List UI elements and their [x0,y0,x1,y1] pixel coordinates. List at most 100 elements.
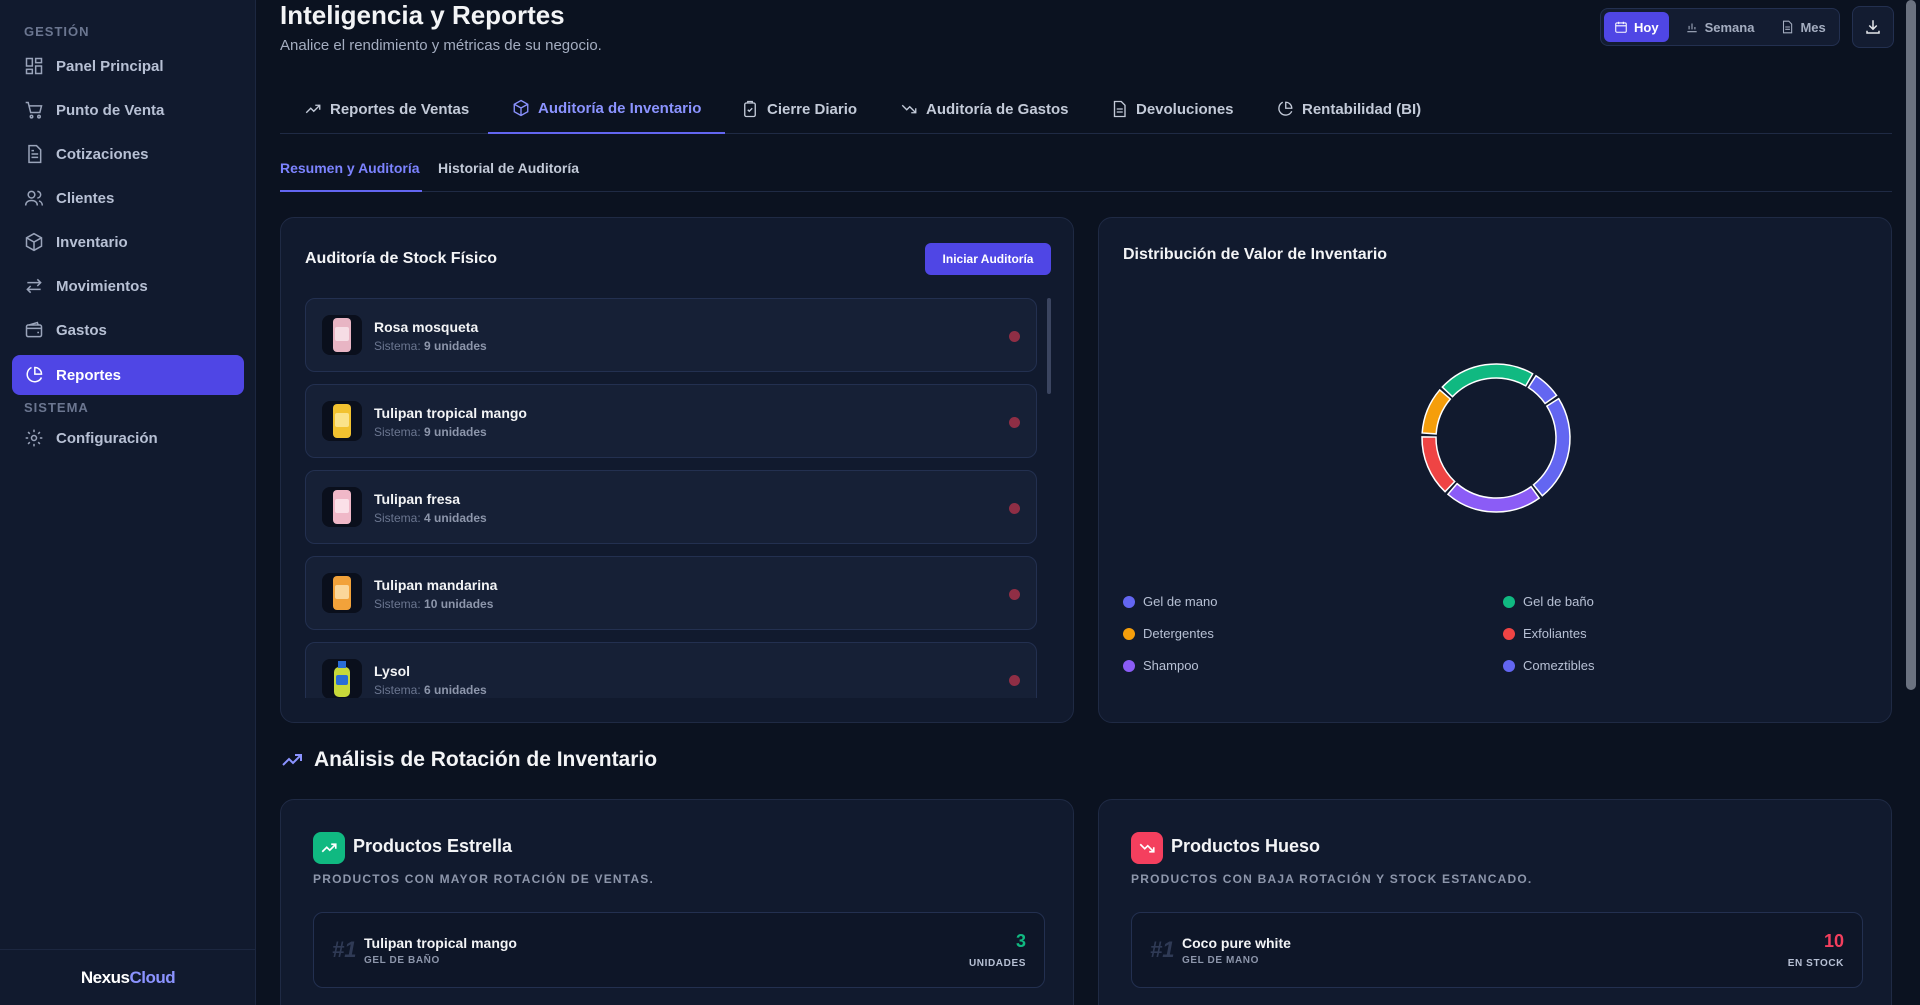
product-name: Tulipan tropical mango [364,935,517,951]
status-dot [1009,417,1020,428]
legend-item: Gel de mano [1123,594,1217,609]
pie-chart-icon [26,366,43,383]
system-units: 6 unidades [424,683,487,697]
legend-color-swatch [1503,595,1515,608]
sidebar-item-label: Movimientos [56,277,148,295]
legend-color-swatch [1503,659,1515,672]
tab-label: Devoluciones [1136,100,1234,118]
list-item[interactable]: Rosa mosqueta Sistema: 9 unidades [305,298,1037,372]
product-category: GEL DE MANO [1182,955,1259,966]
document-icon [1113,100,1126,118]
pie-chart-icon [1278,101,1293,116]
range-hoy-button[interactable]: Hoy [1604,12,1669,42]
sidebar-item-punto-de-venta[interactable]: Punto de Venta [12,90,244,130]
range-label: Mes [1800,19,1826,35]
list-scrollbar[interactable] [1047,298,1051,394]
rank-label: #1 [332,937,357,962]
sidebar-item-movimientos[interactable]: Movimientos [12,266,244,306]
sidebar-item-configuracion[interactable]: Configuración [12,418,244,458]
star-products-title: Productos Estrella [353,836,513,856]
legend-label: Exfoliantes [1523,626,1587,641]
page-scrollbar-thumb[interactable] [1906,0,1916,690]
report-tabs: Reportes de Ventas Auditoría de Inventar… [280,84,1892,134]
range-label: Semana [1704,19,1755,35]
units-sold-value: 3 [1015,931,1026,951]
download-button[interactable] [1852,6,1894,48]
tab-label: Auditoría de Gastos [926,100,1069,118]
audit-subtabs: Resumen y Auditoría Historial de Auditor… [280,156,1892,192]
sidebar-item-cotizaciones[interactable]: Cotizaciones [12,134,244,174]
tab-auditoria-de-inventario[interactable]: Auditoría de Inventario [488,84,726,134]
arrows-icon [26,278,42,294]
tab-rentabilidad[interactable]: Rentabilidad (BI) [1252,84,1445,134]
tab-devoluciones[interactable]: Devoluciones [1086,84,1258,134]
product-thumbnail [322,659,362,698]
tab-auditoria-de-gastos[interactable]: Auditoría de Gastos [876,84,1093,134]
system-stock: Sistema: 10 unidades [374,597,493,611]
range-mes-button[interactable]: Mes [1770,12,1835,42]
product-category: GEL DE BAÑO [364,955,440,966]
donut-slice-gel-de-baño[interactable] [1441,363,1534,398]
sidebar-item-inventario[interactable]: Inventario [12,222,244,262]
brand-name-part2: Cloud [129,967,176,987]
star-products-subtitle: PRODUCTOS CON MAYOR ROTACIÓN DE VENTAS. [313,872,655,886]
users-icon [24,190,44,206]
sidebar-item-label: Punto de Venta [56,101,165,119]
rotation-title-text: Análisis de Rotación de Inventario [314,748,658,771]
page-scrollbar[interactable] [1900,0,1920,1005]
subtab-historial-de-auditoria[interactable]: Historial de Auditoría [438,156,579,192]
tab-cierre-diario[interactable]: Cierre Diario [717,84,881,134]
donut-slice-comeztibles[interactable] [1532,397,1571,497]
table-row[interactable]: #1 Coco pure white GEL DE MANO 10 EN STO… [1131,912,1863,988]
system-units: 9 unidades [424,339,487,353]
list-item[interactable]: Tulipan fresa Sistema: 4 unidades [305,470,1037,544]
brand-logo: Nexus Cloud [0,949,256,1005]
tab-label: Rentabilidad (BI) [1302,100,1422,118]
sidebar-item-label: Reportes [56,366,122,384]
product-name: Tulipan fresa [374,491,461,507]
bone-products-title: Productos Hueso [1171,836,1321,856]
legend-label: Comeztibles [1523,658,1595,673]
start-audit-button[interactable]: Iniciar Auditoría [925,243,1051,275]
donut-slice-gel-de-mano[interactable] [1527,374,1558,405]
legend-item: Detergentes [1123,626,1214,641]
donut-slice-exfoliantes[interactable] [1421,436,1456,493]
list-item[interactable]: Tulipan tropical mango Sistema: 9 unidad… [305,384,1037,458]
brand-name-part1: Nexus [80,967,130,987]
sidebar-item-gastos[interactable]: Gastos [12,310,244,350]
system-units: 10 unidades [424,597,494,611]
legend-label: Shampoo [1143,658,1199,673]
trending-up-icon [321,843,337,853]
product-name: Tulipan tropical mango [374,405,527,421]
system-label: Sistema: [374,511,421,525]
stock-list[interactable]: Rosa mosqueta Sistema: 9 unidades Tulipa… [305,298,1057,698]
subtab-resumen-y-auditoria[interactable]: Resumen y Auditoría [280,156,422,192]
system-label: Sistema: [374,683,421,697]
donut-slice-detergentes[interactable] [1421,388,1452,435]
list-item[interactable]: Lysol Sistema: 6 unidades [305,642,1037,698]
system-units: 9 unidades [424,425,487,439]
status-dot [1009,503,1020,514]
trending-up-icon [305,104,321,114]
rank-label: #1 [1150,937,1175,962]
stock-audit-title: Auditoría de Stock Físico [305,250,498,267]
donut-slice-shampoo[interactable] [1446,482,1541,513]
system-stock: Sistema: 9 unidades [374,339,487,353]
status-dot [1009,589,1020,600]
sidebar-item-clientes[interactable]: Clientes [12,178,244,218]
sidebar-item-panel-principal[interactable]: Panel Principal [12,46,244,86]
product-name: Tulipan mandarina [374,577,498,593]
tab-reportes-de-ventas[interactable]: Reportes de Ventas [280,84,493,134]
legend-label: Detergentes [1143,626,1214,641]
stock-label: EN STOCK [1787,958,1844,969]
sidebar-item-reportes[interactable]: Reportes [12,355,244,395]
list-item[interactable]: Tulipan mandarina Sistema: 10 unidades [305,556,1037,630]
table-row[interactable]: #1 Tulipan tropical mango GEL DE BAÑO 3 … [313,912,1045,988]
box-icon [513,99,529,117]
system-stock: Sistema: 4 unidades [374,511,487,525]
donut-chart [1421,363,1571,513]
document-icon [1783,20,1793,34]
product-name: Rosa mosqueta [374,319,479,335]
legend-color-swatch [1123,595,1135,608]
range-semana-button[interactable]: Semana [1675,12,1765,42]
